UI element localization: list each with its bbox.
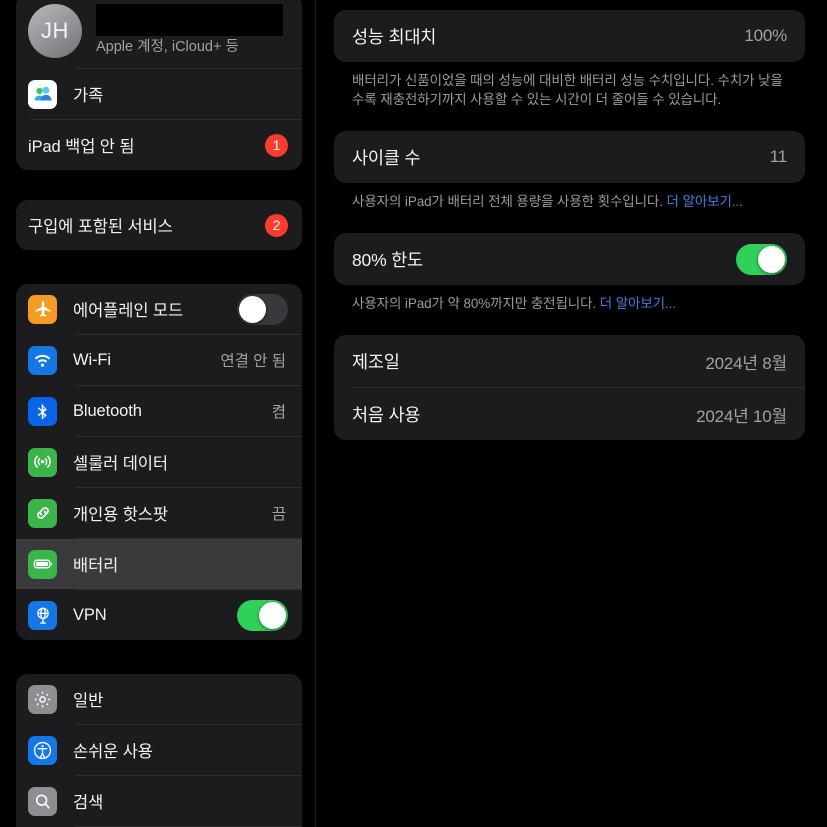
- sidebar-item-label: 개인용 핫스팟: [73, 506, 168, 524]
- sidebar-item-cellular-data[interactable]: 셀룰러 데이터: [16, 437, 302, 487]
- search-icon: [28, 786, 57, 816]
- sidebar-item-label: 손쉬운 사용: [73, 743, 153, 761]
- first-use-row: 처음 사용 2024년 10월: [334, 388, 805, 440]
- sidebar-item-search[interactable]: 검색: [16, 776, 302, 826]
- general-settings-card: 일반 손쉬운 사용 검색: [16, 674, 302, 827]
- sidebar-item-general[interactable]: 일반: [16, 674, 302, 724]
- first-use-label: 처음 사용: [352, 404, 421, 425]
- gear-icon: [28, 684, 57, 714]
- learn-more-link[interactable]: 더 알아보기...: [600, 296, 676, 311]
- avatar: JH: [28, 4, 82, 58]
- accessibility-icon: [28, 735, 57, 765]
- charge-limit-footer-text: 사용자의 iPad가 약 80%까지만 충전됩니다.: [352, 296, 600, 311]
- maximum-capacity-value: 100%: [744, 26, 787, 45]
- sidebar-item-label: iPad 백업 안 됨: [28, 138, 135, 156]
- learn-more-link[interactable]: 더 알아보기...: [667, 194, 743, 209]
- account-text: Apple 계정, iCloud+ 등: [96, 4, 288, 58]
- wifi-icon: [28, 345, 57, 375]
- sidebar-item-label: Bluetooth: [73, 401, 142, 420]
- account-card: JH Apple 계정, iCloud+ 등 가족 iPad 백업 안 됨 1: [16, 0, 302, 170]
- account-subtitle: Apple 계정, iCloud+ 등: [96, 39, 239, 55]
- family-icon: [28, 79, 57, 109]
- airplane-icon: [28, 294, 57, 324]
- sidebar-item-label: 가족: [73, 87, 104, 105]
- battery-health-content: 성능 최대치 100% 배터리가 신품이었을 때의 성능에 대비한 배터리 성능…: [316, 0, 827, 827]
- manufacture-date-row: 제조일 2024년 8월: [334, 335, 805, 387]
- toggle-knob: [239, 295, 266, 323]
- charge-limit-row: 80% 한도: [334, 233, 805, 285]
- sidebar-item-label: 에어플레인 모드: [73, 302, 184, 320]
- sidebar-item-airplane-mode[interactable]: 에어플레인 모드: [16, 284, 302, 334]
- sidebar-item-personal-hotspot[interactable]: 개인용 핫스팟 끔: [16, 488, 302, 538]
- sidebar-item-label: 구입에 포함된 서비스: [28, 218, 173, 236]
- cycle-count-value: 11: [769, 147, 787, 166]
- charge-limit-toggle[interactable]: [736, 243, 787, 275]
- sidebar-item-label: 검색: [73, 794, 104, 812]
- battery-icon: [28, 549, 57, 579]
- apple-account-row[interactable]: JH Apple 계정, iCloud+ 등: [16, 0, 302, 68]
- sidebar-item-value: 끔: [271, 506, 286, 523]
- sidebar-item-bluetooth[interactable]: Bluetooth 켬: [16, 386, 302, 436]
- toggle-knob: [259, 601, 286, 629]
- sidebar-item-label: 셀룰러 데이터: [73, 455, 168, 473]
- sidebar-item-vpn[interactable]: VPN: [16, 590, 302, 640]
- services-card: 구입에 포함된 서비스 2: [16, 200, 302, 250]
- sidebar-item-wifi[interactable]: Wi-Fi 연결 안 됨: [16, 335, 302, 385]
- redacted-name-bar: [96, 4, 283, 36]
- network-settings-card: 에어플레인 모드 Wi-Fi 연결 안 됨 Bluetooth 켬 셀룰러 데이…: [16, 284, 302, 640]
- sidebar-item-accessibility[interactable]: 손쉬운 사용: [16, 725, 302, 775]
- ipad-settings-screen: JH Apple 계정, iCloud+ 등 가족 iPad 백업 안 됨 1 …: [0, 0, 827, 827]
- vpn-toggle[interactable]: [237, 599, 288, 631]
- manufacture-date-value: 2024년 8월: [705, 353, 787, 373]
- sidebar-item-label: Wi-Fi: [73, 350, 111, 369]
- first-use-value: 2024년 10월: [696, 406, 787, 426]
- sidebar-item-backup[interactable]: iPad 백업 안 됨 1: [16, 120, 302, 170]
- sidebar-item-label: 배터리: [73, 557, 119, 575]
- status-badge: 2: [265, 213, 288, 237]
- hotspot-icon: [28, 498, 57, 528]
- charge-limit-card: 80% 한도: [334, 233, 805, 285]
- settings-sidebar: JH Apple 계정, iCloud+ 등 가족 iPad 백업 안 됨 1 …: [0, 0, 316, 827]
- sidebar-item-battery[interactable]: 배터리: [16, 539, 302, 589]
- status-badge: 1: [265, 133, 288, 157]
- sidebar-item-value: 켬: [271, 404, 286, 421]
- cycle-count-footer: 사용자의 iPad가 배터리 전체 용량을 사용한 횟수입니다. 더 알아보기.…: [334, 183, 805, 211]
- cellular-icon: [28, 447, 57, 477]
- dates-card: 제조일 2024년 8월 처음 사용 2024년 10월: [334, 335, 805, 440]
- capacity-card: 성능 최대치 100%: [334, 10, 805, 62]
- airplane-mode-toggle[interactable]: [237, 293, 288, 325]
- maximum-capacity-row: 성능 최대치 100%: [334, 10, 805, 62]
- cycle-count-card: 사이클 수 11: [334, 131, 805, 183]
- maximum-capacity-label: 성능 최대치: [352, 26, 437, 47]
- sidebar-divider: [315, 0, 316, 827]
- sidebar-item-value: 연결 안 됨: [220, 353, 286, 370]
- bluetooth-icon: [28, 396, 57, 426]
- toggle-knob: [758, 245, 785, 273]
- capacity-footer: 배터리가 신품이었을 때의 성능에 대비한 배터리 성능 수치입니다. 수치가 …: [352, 73, 783, 107]
- cycle-count-label: 사이클 수: [352, 147, 421, 168]
- sidebar-item-family[interactable]: 가족: [16, 69, 302, 119]
- sidebar-item-included-services[interactable]: 구입에 포함된 서비스 2: [16, 200, 302, 250]
- charge-limit-footer: 사용자의 iPad가 약 80%까지만 충전됩니다. 더 알아보기...: [334, 285, 805, 313]
- sidebar-item-label: VPN: [73, 605, 107, 624]
- cycle-count-row: 사이클 수 11: [334, 131, 805, 183]
- vpn-icon: [28, 600, 57, 630]
- manufacture-date-label: 제조일: [352, 351, 400, 372]
- cycle-count-footer-text: 사용자의 iPad가 배터리 전체 용량을 사용한 횟수입니다.: [352, 194, 667, 209]
- sidebar-item-label: 일반: [73, 692, 104, 710]
- charge-limit-label: 80% 한도: [352, 249, 423, 270]
